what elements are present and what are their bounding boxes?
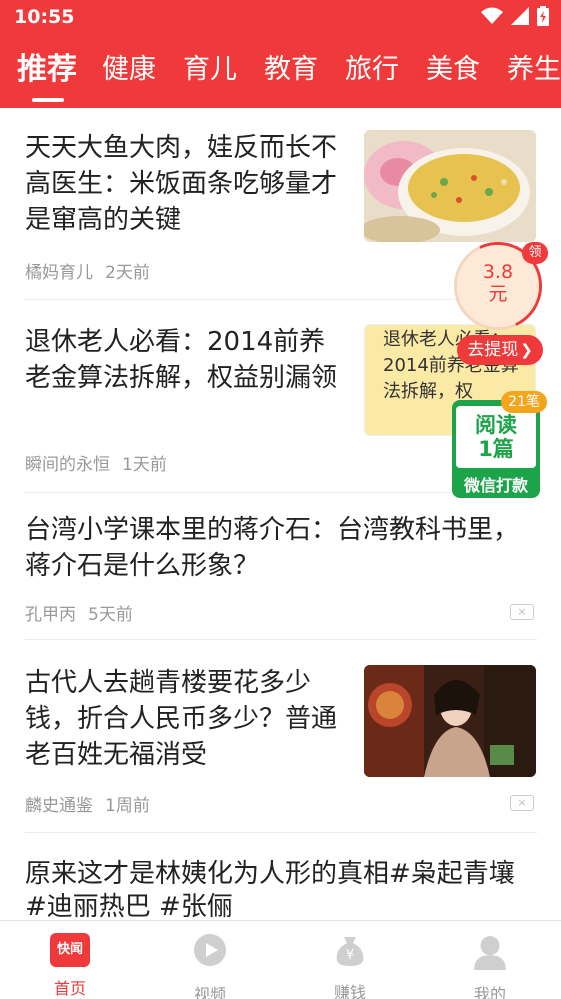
payout-count-badge: 21笔 [501, 391, 547, 413]
news-feed[interactable]: 天天大鱼大肉，娃反而长不高医生：米饭面条吃够量才是窜高的关键 橘妈育儿 2天前 退… [0, 108, 561, 920]
withdraw-label: 去提现 [467, 340, 519, 360]
reading-reward-card[interactable]: 阅读 1篇 微信打款 [452, 400, 540, 498]
user-icon [474, 936, 506, 970]
money-bag-icon: ¥ [336, 937, 364, 966]
article-meta: 橘妈育儿 2天前 [25, 258, 150, 283]
battery-icon [537, 6, 549, 26]
nav-home[interactable]: 快闻 首页 [30, 933, 110, 999]
tab-parenting[interactable]: 育儿 [183, 50, 237, 90]
article-title[interactable]: 原来这才是林姨化为人形的真相#枭起青壤#迪丽热巴 #张俪 [25, 858, 530, 920]
article-source: 橘妈育儿 [25, 263, 93, 283]
article-thumbnail[interactable] [364, 665, 536, 777]
nav-video-label: 视频 [193, 985, 226, 999]
article-meta: 麟史通鉴 1周前 [25, 791, 150, 816]
category-tabs: 推荐 健康 育儿 教育 旅行 美食 养生 [0, 50, 561, 106]
fried-rice-image [364, 130, 536, 242]
article-title[interactable]: 古代人去趟青楼要花多少钱，折合人民币多少？普通老百姓无福消受 [25, 665, 340, 773]
bottom-nav: 快闻 首页 视频 ¥ 赚钱 我的 [0, 920, 561, 999]
status-time: 10:55 [14, 6, 75, 28]
nav-me[interactable]: 我的 [450, 933, 530, 999]
article-time: 2天前 [105, 263, 150, 283]
nav-video[interactable]: 视频 [170, 933, 250, 999]
svg-text:¥: ¥ [346, 948, 354, 963]
list-item[interactable]: 原来这才是林姨化为人形的真相#枭起青壤#迪丽热巴 #张俪 [25, 858, 537, 920]
active-tab-indicator [32, 98, 64, 102]
article-source: 孔甲丙 [25, 605, 76, 625]
article-meta: 孔甲丙 5天前 [25, 600, 133, 625]
tab-food[interactable]: 美食 [426, 50, 480, 90]
divider [25, 639, 537, 640]
tab-health[interactable]: 健康 [102, 50, 156, 90]
article-meta: 瞬间的永恒 1天前 [25, 450, 167, 475]
historical-drama-image [364, 665, 536, 777]
play-icon [194, 934, 226, 966]
nav-earn[interactable]: ¥ 赚钱 [310, 933, 390, 999]
dismiss-button[interactable]: × [510, 604, 534, 620]
nav-earn-label: 赚钱 [333, 983, 366, 999]
nav-me-label: 我的 [473, 985, 506, 999]
withdraw-button[interactable]: 去提现 ❯ [457, 335, 543, 365]
article-title[interactable]: 台湾小学课本里的蒋介石：台湾教科书里，蒋介石是什么形象？ [25, 512, 525, 584]
tab-wellness[interactable]: 养生 [507, 50, 561, 90]
article-title[interactable]: 退休老人必看：2014前养老金算法拆解，权益别漏领 [25, 324, 340, 396]
divider [25, 832, 537, 833]
article-title[interactable]: 天天大鱼大肉，娃反而长不高医生：米饭面条吃够量才是窜高的关键 [25, 130, 340, 238]
article-time: 5天前 [88, 605, 133, 625]
nav-home-label: 首页 [53, 979, 86, 998]
claim-badge[interactable]: 领 [522, 242, 548, 264]
home-logo-icon: 快闻 [50, 933, 90, 967]
list-item[interactable]: 古代人去趟青楼要花多少钱，折合人民币多少？普通老百姓无福消受 麟史通鉴 1周前 × [25, 665, 537, 835]
article-source: 麟史通鉴 [25, 796, 93, 816]
app-header: 10:55 推荐 健康 育儿 教育 旅行 美食 养生 [0, 0, 561, 108]
wifi-icon [481, 7, 503, 24]
read-line-2: 1篇 [478, 437, 514, 461]
coin-amount: 3.8 [482, 261, 514, 283]
article-thumbnail[interactable] [364, 130, 536, 242]
dismiss-button[interactable]: × [510, 795, 534, 811]
signal-icon [511, 7, 529, 25]
tab-travel[interactable]: 旅行 [345, 50, 399, 90]
tab-recommend[interactable]: 推荐 [17, 50, 77, 90]
article-time: 1天前 [122, 455, 167, 475]
read-line-1: 阅读 [475, 413, 517, 437]
list-item[interactable]: 台湾小学课本里的蒋介石：台湾教科书里，蒋介石是什么形象？ 孔甲丙 5天前 × [25, 512, 537, 632]
status-icons [481, 6, 549, 26]
wechat-payout-label: 微信打款 [463, 476, 528, 495]
tab-education[interactable]: 教育 [264, 50, 318, 90]
article-source: 瞬间的永恒 [25, 455, 110, 475]
article-time: 1周前 [105, 796, 150, 816]
coin-unit: 元 [488, 283, 508, 305]
reading-progress: 阅读 1篇 [456, 406, 536, 468]
chevron-right-icon: ❯ [520, 341, 533, 359]
